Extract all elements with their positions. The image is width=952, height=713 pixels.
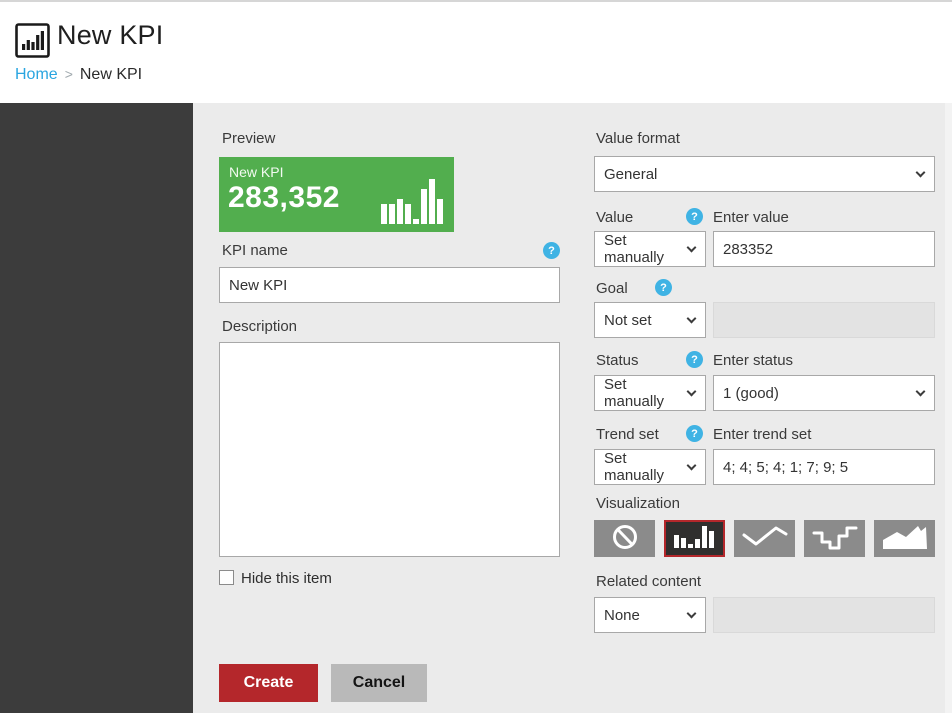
kpi-preview-title: New KPI [229,164,284,180]
bar-chart-icon [672,523,718,554]
visualization-label: Visualization [596,495,680,512]
visualization-area-button[interactable] [874,520,935,557]
related-content-label: Related content [596,573,702,590]
status-value-selected: 1 (good) [723,384,779,402]
value-mode-select[interactable]: Set manually [594,231,706,267]
kpi-bar-chart-icon [14,22,51,59]
goal-label: Goal [596,280,628,297]
visualization-line-button[interactable] [734,520,795,557]
related-content-input [713,597,935,633]
status-mode-select[interactable]: Set manually [594,375,706,411]
trend-set-label: Trend set [596,426,659,443]
breadcrumb-separator: > [64,66,73,82]
visualization-step-button[interactable] [804,520,865,557]
value-input[interactable] [713,231,935,267]
status-value-select[interactable]: 1 (good) [713,375,935,411]
create-button[interactable]: Create [219,664,318,702]
enter-status-label: Enter status [713,352,794,369]
no-visualization-icon [608,522,642,555]
value-format-selected: General [604,165,658,183]
enter-value-label: Enter value [713,209,789,226]
page-title: New KPI [57,20,164,50]
enter-trend-set-label: Enter trend set [713,426,812,443]
hide-item-checkbox[interactable] [219,570,234,585]
kpi-name-help-icon[interactable]: ? [543,242,560,259]
goal-input [713,302,935,338]
value-mode-selected: Set manually [604,232,665,266]
description-textarea[interactable] [219,342,560,557]
line-chart-icon [740,523,790,554]
value-label: Value [596,209,634,226]
chevron-down-icon [686,386,697,396]
visualization-none-button[interactable] [594,520,655,557]
chevron-down-icon [686,313,697,323]
cancel-button[interactable]: Cancel [331,664,427,702]
chevron-down-icon [915,167,926,177]
breadcrumb-current: New KPI [79,66,143,83]
value-format-label: Value format [596,130,680,147]
area-chart-icon [880,523,930,554]
chevron-down-icon [686,242,697,252]
description-label: Description [222,318,298,335]
visualization-options [594,520,935,557]
left-sidebar [0,103,193,713]
kpi-name-label: KPI name [222,242,288,259]
kpi-preview-card: New KPI 283,352 [219,157,454,232]
breadcrumb: Home > New KPI [15,66,142,84]
chevron-down-icon [686,460,697,470]
goal-mode-selected: Not set [604,311,652,329]
status-help-icon[interactable]: ? [686,351,703,368]
hide-item-label: Hide this item [241,570,332,587]
status-mode-selected: Set manually [604,376,665,410]
top-border-line [0,0,952,2]
scrollbar-track[interactable] [945,103,952,713]
status-label: Status [596,352,639,369]
goal-mode-select[interactable]: Not set [594,302,706,338]
goal-help-icon[interactable]: ? [655,279,672,296]
preview-label: Preview [222,130,276,147]
chevron-down-icon [686,608,697,618]
value-format-select[interactable]: General [594,156,935,192]
related-content-select[interactable]: None [594,597,706,633]
trend-set-help-icon[interactable]: ? [686,425,703,442]
chevron-down-icon [915,386,926,396]
trend-set-input[interactable] [713,449,935,485]
related-content-selected: None [604,606,640,624]
breadcrumb-home-link[interactable]: Home [15,66,58,83]
new-kpi-page: New KPI Home > New KPI Preview New KPI 283… [0,0,952,713]
kpi-name-input[interactable] [219,267,560,303]
trend-mode-select[interactable]: Set manually [594,449,706,485]
value-help-icon[interactable]: ? [686,208,703,225]
kpi-preview-value: 283,352 [228,181,340,214]
step-chart-icon [810,523,860,554]
trend-mode-selected: Set manually [604,450,665,484]
visualization-bar-button[interactable] [664,520,725,557]
kpi-preview-trend-bars [381,179,443,224]
